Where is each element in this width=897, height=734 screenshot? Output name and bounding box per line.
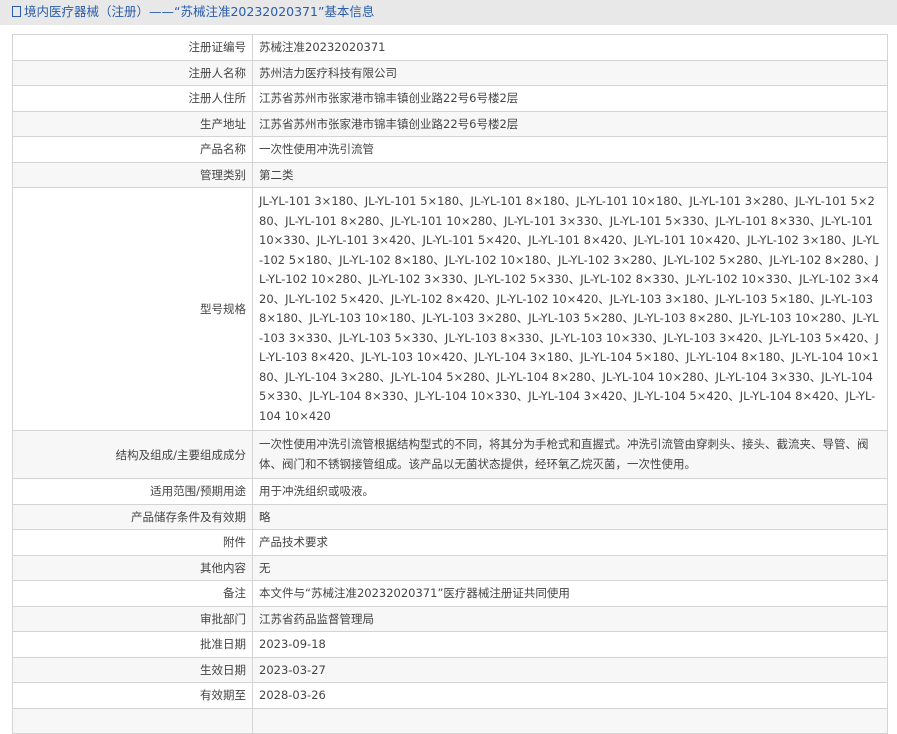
field-label <box>12 707 253 734</box>
field-label: 审批部门 <box>12 605 253 632</box>
field-label: 管理类别 <box>12 161 253 188</box>
field-label: 生效日期 <box>12 656 253 683</box>
field-value: 一次性使用冲洗引流管 <box>252 136 888 163</box>
field-label: 生产地址 <box>12 110 253 137</box>
document-icon <box>12 6 21 17</box>
field-value: 2023-09-18 <box>252 631 888 658</box>
field-value: JL-YL-101 3×180、JL-YL-101 5×180、JL-YL-10… <box>252 187 888 431</box>
page-header: 境内医疗器械（注册）——“苏械注准20232020371”基本信息 <box>0 0 897 25</box>
table-row: 适用范围/预期用途 用于冲洗组织或吸液。 <box>12 478 888 505</box>
field-value: 江苏省苏州市张家港市锦丰镇创业路22号6号楼2层 <box>252 85 888 112</box>
table-row: 其他内容无 <box>12 554 888 581</box>
table-row: 审批部门 江苏省药品监督管理局 <box>12 605 888 632</box>
table-row <box>12 707 888 734</box>
table-row: 注册人住所 江苏省苏州市张家港市锦丰镇创业路22号6号楼2层 <box>12 85 888 112</box>
field-value: 江苏省药品监督管理局 <box>252 605 888 632</box>
page-title: 境内医疗器械（注册）——“苏械注准20232020371”基本信息 <box>24 4 375 19</box>
table-row: 产品储存条件及有效期略 <box>12 503 888 530</box>
field-label: 产品储存条件及有效期 <box>12 503 253 530</box>
table-row: 备注 本文件与“苏械注准20232020371”医疗器械注册证共同使用 <box>12 580 888 607</box>
table-row: 生产地址 江苏省苏州市张家港市锦丰镇创业路22号6号楼2层 <box>12 110 888 137</box>
field-label: 结构及组成/主要组成成分 <box>12 430 253 479</box>
field-value: 一次性使用冲洗引流管根据结构型式的不同，将其分为手枪式和直握式。冲洗引流管由穿刺… <box>252 430 888 479</box>
table-row: 型号规格 JL-YL-101 3×180、JL-YL-101 5×180、JL-Y… <box>12 187 888 431</box>
field-label: 注册证编号 <box>12 34 253 61</box>
table-row: 附件 产品技术要求 <box>12 529 888 556</box>
field-label: 备注 <box>12 580 253 607</box>
field-value: 用于冲洗组织或吸液。 <box>252 478 888 505</box>
field-label: 其他内容 <box>12 554 253 581</box>
table-row: 注册人名称 苏州洁力医疗科技有限公司 <box>12 59 888 86</box>
field-label: 有效期至 <box>12 682 253 709</box>
field-value: 2023-03-27 <box>252 656 888 683</box>
field-value: 2028-03-26 <box>252 682 888 709</box>
field-value: 苏械注准20232020371 <box>252 34 888 61</box>
field-label: 注册人住所 <box>12 85 253 112</box>
field-value: 苏州洁力医疗科技有限公司 <box>252 59 888 86</box>
field-label: 产品名称 <box>12 136 253 163</box>
table-row: 批准日期 2023-09-18 <box>12 631 888 658</box>
field-label: 注册人名称 <box>12 59 253 86</box>
field-label: 附件 <box>12 529 253 556</box>
field-value: 第二类 <box>252 161 888 188</box>
field-value <box>252 707 888 734</box>
table-row: 生效日期 2023-03-27 <box>12 656 888 683</box>
field-value: 略 <box>252 503 888 530</box>
field-label: 适用范围/预期用途 <box>12 478 253 505</box>
info-table: 注册证编号 苏械注准20232020371 注册人名称 苏州洁力医疗科技有限公司 注册人… <box>12 34 888 734</box>
table-row: 有效期至 2028-03-26 <box>12 682 888 709</box>
field-value: 无 <box>252 554 888 581</box>
field-value: 产品技术要求 <box>252 529 888 556</box>
table-row: 产品名称 一次性使用冲洗引流管 <box>12 136 888 163</box>
field-value: 江苏省苏州市张家港市锦丰镇创业路22号6号楼2层 <box>252 110 888 137</box>
table-row: 管理类别 第二类 <box>12 161 888 188</box>
field-value: 本文件与“苏械注准20232020371”医疗器械注册证共同使用 <box>252 580 888 607</box>
table-row: 结构及组成/主要组成成分 一次性使用冲洗引流管根据结构型式的不同，将其分为手枪式和… <box>12 430 888 479</box>
field-label: 批准日期 <box>12 631 253 658</box>
field-label: 型号规格 <box>12 187 253 431</box>
table-row: 注册证编号 苏械注准20232020371 <box>12 34 888 61</box>
